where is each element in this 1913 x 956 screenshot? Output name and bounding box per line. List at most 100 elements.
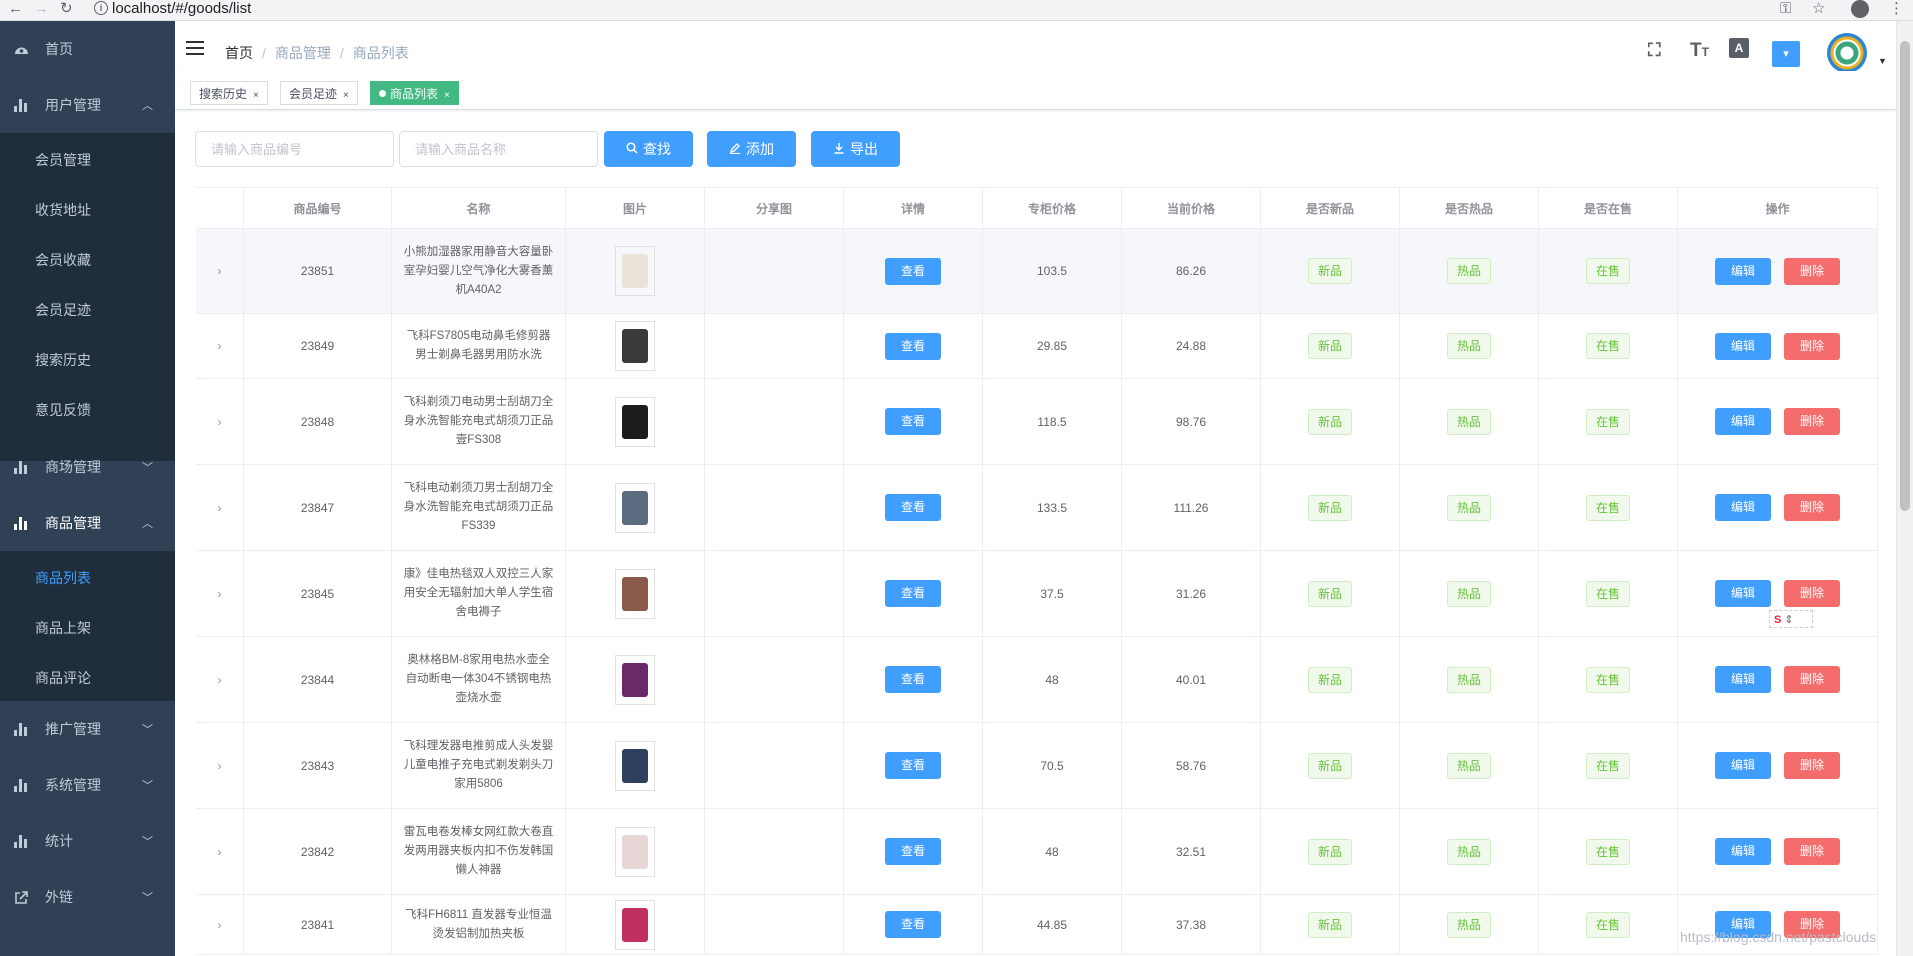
delete-button[interactable]: 删除 — [1784, 332, 1840, 360]
cell-goods-sn: 23848 — [244, 379, 392, 465]
edit-button[interactable]: 编辑 — [1715, 408, 1771, 435]
sidebar-item-mall-management[interactable]: 商场管理 ﹀ — [0, 439, 175, 495]
delete-button[interactable]: 删除 — [1784, 494, 1840, 521]
view-detail-button[interactable]: 查看 — [885, 580, 941, 607]
site-info-icon[interactable]: i — [94, 1, 108, 15]
chevron-down-icon: ﹀ — [142, 780, 153, 792]
sidebar-item-goods-management[interactable]: 商品管理 ︿ — [0, 495, 175, 551]
font-size-icon[interactable]: TT — [1690, 40, 1709, 62]
goods-image[interactable] — [615, 899, 655, 950]
view-detail-button[interactable]: 查看 — [885, 752, 941, 779]
goods-name-input[interactable] — [399, 131, 598, 167]
bookmark-star-icon[interactable]: ☆ — [1812, 0, 1825, 18]
add-button[interactable]: 添加 — [707, 131, 796, 167]
edit-button[interactable]: 编辑 — [1715, 332, 1771, 360]
chevron-right-icon[interactable]: › — [218, 918, 222, 932]
chevron-right-icon[interactable]: › — [218, 759, 222, 773]
hamburger-icon[interactable] — [186, 41, 204, 55]
view-detail-button[interactable]: 查看 — [885, 911, 941, 938]
sidebar-item-footprint[interactable]: 会员足迹 — [0, 285, 175, 335]
profile-icon[interactable] — [1851, 0, 1869, 18]
close-icon[interactable]: × — [343, 90, 349, 101]
menu-dots-icon[interactable]: ⋮ — [1889, 0, 1904, 18]
edit-button[interactable]: 编辑 — [1715, 838, 1771, 865]
sidebar-item-search-history[interactable]: 搜索历史 — [0, 335, 175, 385]
goods-image[interactable] — [615, 740, 655, 791]
sidebar-item-address[interactable]: 收货地址 — [0, 185, 175, 235]
sidebar-item-user-management[interactable]: 用户管理 ︿ — [0, 77, 175, 133]
chevron-right-icon[interactable]: › — [218, 339, 222, 353]
sidebar-item-goods-create[interactable]: 商品上架 — [0, 603, 175, 653]
sidebar-item-external-link[interactable]: 外链 ﹀ — [0, 869, 175, 925]
tag-goods-list[interactable]: 商品列表 × — [370, 81, 459, 105]
page-scrollbar[interactable] — [1896, 21, 1913, 956]
cell-share-pic — [705, 809, 844, 895]
delete-button[interactable]: 删除 — [1784, 408, 1840, 435]
view-detail-button[interactable]: 查看 — [885, 332, 941, 360]
edit-button[interactable]: 编辑 — [1715, 666, 1771, 693]
goods-image[interactable] — [615, 246, 655, 296]
breadcrumb-home[interactable]: 首页 — [225, 45, 253, 61]
floating-widget[interactable]: S ⇕ — [1769, 610, 1813, 628]
export-button[interactable]: 导出 — [811, 131, 900, 167]
close-icon[interactable]: × — [444, 90, 450, 101]
forward-arrow-icon[interactable]: → — [34, 0, 49, 18]
close-icon[interactable]: × — [253, 90, 259, 101]
chevron-right-icon[interactable]: › — [218, 415, 222, 429]
edit-button[interactable]: 编辑 — [1715, 752, 1771, 779]
goods-image[interactable] — [615, 396, 655, 447]
goods-image[interactable] — [615, 482, 655, 533]
scrollbar-thumb[interactable] — [1900, 41, 1910, 511]
sidebar-item-member-management[interactable]: 会员管理 — [0, 135, 175, 185]
key-icon[interactable]: ⚿ — [1780, 0, 1791, 18]
view-detail-button[interactable]: 查看 — [885, 408, 941, 435]
back-arrow-icon[interactable]: ← — [8, 0, 23, 18]
view-detail-button[interactable]: 查看 — [885, 257, 941, 285]
chevron-right-icon[interactable]: › — [218, 673, 222, 687]
sidebar-item-promotion-management[interactable]: 推广管理 ﹀ — [0, 701, 175, 757]
table-row: › 23842 雷瓦电卷发棒女网红款大卷直发两用器夹板内扣不伤发韩国懒人神器 查看 48… — [196, 809, 1878, 895]
sidebar-item-statistics[interactable]: 统计 ﹀ — [0, 813, 175, 869]
goods-image[interactable] — [615, 654, 655, 705]
chevron-right-icon[interactable]: › — [218, 264, 222, 278]
search-button[interactable]: 查找 — [604, 131, 693, 167]
sidebar-item-goods-comment[interactable]: 商品评论 — [0, 653, 175, 703]
sidebar-item-goods-list[interactable]: 商品列表 — [0, 553, 175, 603]
sidebar-item-system-management[interactable]: 系统管理 ﹀ — [0, 757, 175, 813]
view-detail-button[interactable]: 查看 — [885, 666, 941, 693]
delete-button[interactable]: 删除 — [1784, 580, 1840, 607]
delete-button[interactable]: 删除 — [1784, 257, 1840, 285]
tag-search-history[interactable]: 搜索历史 × — [190, 81, 268, 105]
caret-down-icon[interactable]: ▼ — [1878, 56, 1887, 66]
edit-button[interactable]: 编辑 — [1715, 580, 1771, 607]
view-detail-button[interactable]: 查看 — [885, 494, 941, 521]
goods-image[interactable] — [615, 321, 655, 371]
sidebar-item-feedback[interactable]: 意见反馈 — [0, 385, 175, 435]
goods-image[interactable] — [615, 826, 655, 877]
delete-button[interactable]: 删除 — [1784, 666, 1840, 693]
delete-button[interactable]: 删除 — [1784, 838, 1840, 865]
cell-retail-price: 40.01 — [1122, 637, 1261, 723]
chevron-right-icon[interactable]: › — [218, 587, 222, 601]
language-icon[interactable]: A — [1729, 38, 1749, 58]
view-detail-button[interactable]: 查看 — [885, 838, 941, 865]
cell-retail-price: 58.76 — [1122, 723, 1261, 809]
edit-button[interactable]: 编辑 — [1715, 494, 1771, 521]
sidebar-item-collect[interactable]: 会员收藏 — [0, 235, 175, 285]
cell-detail: 查看 — [844, 637, 983, 723]
sidebar-item-home[interactable]: 首页 — [0, 21, 175, 77]
edit-button[interactable]: 编辑 — [1715, 257, 1771, 285]
goods-sn-input[interactable] — [195, 131, 394, 167]
tag-member-footprint[interactable]: 会员足迹 × — [280, 81, 358, 105]
delete-button[interactable]: 删除 — [1784, 752, 1840, 779]
chevron-right-icon[interactable]: › — [218, 501, 222, 515]
bar-chart-icon — [14, 778, 30, 792]
address-bar[interactable]: localhost/#/goods/list — [112, 0, 251, 18]
reload-icon[interactable]: ↻ — [60, 0, 73, 18]
chevron-right-icon[interactable]: › — [218, 845, 222, 859]
size-select-dropdown[interactable]: ▾ — [1772, 41, 1800, 67]
goods-image[interactable] — [615, 568, 655, 619]
on-sale-tag: 在售 — [1585, 911, 1630, 938]
fullscreen-icon[interactable]: ⛶ — [1648, 40, 1661, 61]
avatar[interactable] — [1827, 33, 1867, 73]
